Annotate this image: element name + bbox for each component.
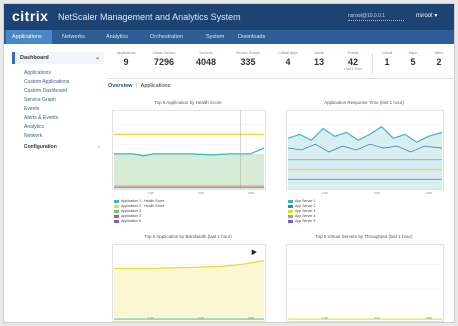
chart-title: Top 5 Application by Bandwidth (last 1 h… <box>144 234 232 239</box>
stat-applications[interactable]: Applications 9 <box>108 51 144 67</box>
sidebar-header-label: Dashboard <box>20 55 49 61</box>
tab-orchestration[interactable]: Orchestration <box>144 30 189 44</box>
stat-value: 335 <box>240 57 256 67</box>
tab-applications[interactable]: Applications <box>6 30 52 44</box>
x-tick: 1:00 <box>322 316 328 320</box>
user-menu-button[interactable]: nsroot ▾ <box>416 12 437 19</box>
main-nav: Applications Networks Analytics Orchestr… <box>4 30 454 44</box>
stat-value: 5 <box>410 57 416 67</box>
stat-label: Virtual Servers <box>152 51 176 55</box>
sidebar-item-alerts[interactable]: Alerts & Events <box>24 115 58 121</box>
response-area <box>287 126 443 189</box>
chart-response-time: Application Response Time (last 1 hour) … <box>282 100 446 230</box>
stat-value: 4 <box>285 57 291 67</box>
stat-service-groups[interactable]: Service Groups 335 <box>228 51 268 67</box>
x-tick: 2:00 <box>198 191 204 195</box>
stat-value: 9 <box>123 57 129 67</box>
citrix-logo[interactable]: citrix <box>12 8 48 24</box>
chart-legend: App Server 1 App Server 2 App Server 3 A… <box>288 199 315 224</box>
stat-value: 42 <box>347 57 358 67</box>
sidebar-item-custom-applications[interactable]: Custom Applications <box>24 79 69 85</box>
stats-divider <box>372 53 373 75</box>
stat-virtual-servers[interactable]: Virtual Servers 7296 <box>146 51 182 67</box>
legend-item[interactable]: App Server 5 <box>288 219 315 224</box>
stat-label: Alerts <box>314 51 324 55</box>
top-bar: citrix NetScaler Management and Analytic… <box>4 4 454 30</box>
chart-throughput: Top 5 Virtual Servers by Throughput (las… <box>282 234 446 322</box>
chevron-down-icon: ⌄ <box>94 55 100 61</box>
x-tick: 3:00 <box>426 191 432 195</box>
bandwidth-area <box>113 260 265 321</box>
chart-title: Top 5 Virtual Servers by Throughput (las… <box>315 234 413 239</box>
stat-sub: Last 1 Hour <box>343 67 363 71</box>
sidebar-item-custom-dashboard[interactable]: Custom Dashboard <box>24 88 67 94</box>
stat-major[interactable]: Major 5 <box>400 51 426 67</box>
stat-minor[interactable]: Minor 2 <box>426 51 452 67</box>
view-switcher: Overview | Applications <box>108 83 170 89</box>
chart-legend: Application 1 - Health Score Application… <box>114 199 164 224</box>
stat-label: Applications <box>116 51 136 55</box>
app-title: NetScaler Management and Analytics Syste… <box>58 12 241 22</box>
x-tick: 2:00 <box>198 316 204 320</box>
throughput-plot[interactable] <box>286 244 444 322</box>
stat-label: Services <box>199 51 213 55</box>
bandwidth-plot[interactable] <box>112 244 266 322</box>
tab-system[interactable]: System <box>200 30 230 44</box>
stat-label: Minor <box>434 51 444 55</box>
user-field[interactable]: nsroot@10.0.0.1 <box>348 13 404 21</box>
sidebar-item-applications[interactable]: Applications <box>24 70 51 76</box>
sidebar-item-analytics[interactable]: Analytics <box>24 124 44 130</box>
sidebar-item-network[interactable]: Network <box>24 133 42 139</box>
x-tick: 2:00 <box>374 191 380 195</box>
stat-label: Events <box>347 51 359 55</box>
sidebar-item-events[interactable]: Events <box>24 106 39 112</box>
tab-analytics[interactable]: Analytics <box>100 30 134 44</box>
tab-applications-view[interactable]: Applications <box>141 83 171 89</box>
x-tick: 1:00 <box>322 191 328 195</box>
stat-alerts[interactable]: Alerts 13 <box>304 51 334 67</box>
divider: | <box>136 83 138 89</box>
stat-critical-apps[interactable]: Critical Apps 4 <box>270 51 306 67</box>
stat-services[interactable]: Services 4048 <box>188 51 224 67</box>
sidebar-item-service-graph[interactable]: Service Graph <box>24 97 56 103</box>
response-time-plot[interactable] <box>286 110 444 190</box>
sidebar: Dashboard ⌄ Applications Custom Applicat… <box>12 49 104 169</box>
x-tick: 3:00 <box>248 316 254 320</box>
x-tick: 1:00 <box>148 316 154 320</box>
x-tick: 3:00 <box>248 191 254 195</box>
chevron-right-icon: › <box>98 144 100 150</box>
health-area <box>113 153 265 189</box>
legend-item[interactable]: Application 5 <box>114 219 164 224</box>
stat-value: 4048 <box>195 57 217 67</box>
health-score-plot[interactable] <box>112 110 266 190</box>
stat-label: Major <box>408 51 418 55</box>
chart-title: Top 5 Application by Health Score <box>154 100 222 105</box>
x-tick: 1:00 <box>148 191 154 195</box>
stat-label: Service Groups <box>235 51 261 55</box>
chart-title: Application Response Time (last 1 hour) <box>324 100 404 105</box>
x-tick: 2:00 <box>374 316 380 320</box>
stat-value: 13 <box>313 57 324 67</box>
sidebar-header[interactable]: Dashboard ⌄ <box>12 52 104 64</box>
stat-value: 1 <box>384 57 390 67</box>
tab-downloads[interactable]: Downloads <box>232 30 271 44</box>
sidebar-category-label: Configuration <box>24 144 57 150</box>
app-window: citrix NetScaler Management and Analytic… <box>3 3 455 323</box>
stat-value: 7296 <box>153 57 175 67</box>
tab-overview[interactable]: Overview <box>108 83 132 89</box>
summary-stats: Applications 9 Virtual Servers 7296 Serv… <box>108 51 453 79</box>
stat-events[interactable]: Events 42 Last 1 Hour <box>336 51 370 71</box>
x-tick: 3:00 <box>426 316 432 320</box>
stat-label: Critical Apps <box>278 51 298 55</box>
stat-critical[interactable]: Critical 1 <box>374 51 400 67</box>
stat-label: Critical <box>381 51 393 55</box>
tab-networks[interactable]: Networks <box>56 30 91 44</box>
chart-health-score: Top 5 Application by Health Score 1:00 2… <box>108 100 268 230</box>
stat-value: 2 <box>436 57 442 67</box>
sidebar-category-configuration[interactable]: Configuration › <box>24 144 100 150</box>
chart-bandwidth: Top 5 Application by Bandwidth (last 1 h… <box>108 234 268 322</box>
